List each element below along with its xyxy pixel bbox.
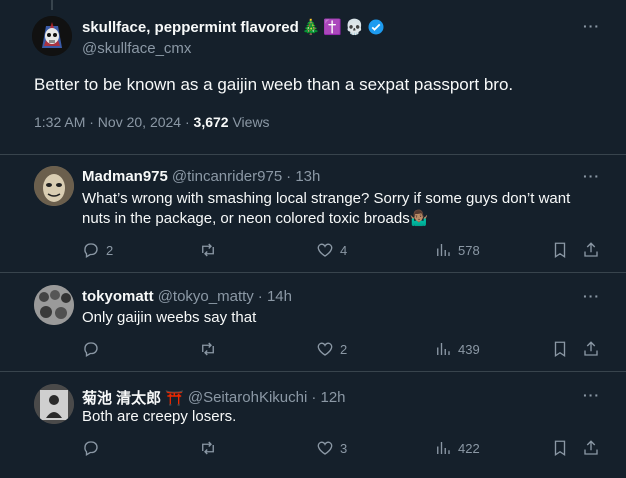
reply-tweet: 菊池 清太郎 ⛩️ @SeitarohKikuchi · 12h ··· Bot… — [0, 372, 626, 478]
view-count: 422 — [458, 440, 480, 456]
bookmark-button[interactable] — [551, 241, 569, 259]
heart-icon — [316, 439, 334, 457]
reply-button[interactable]: 2 — [82, 241, 113, 259]
more-options-icon[interactable]: ··· — [583, 18, 600, 34]
handle[interactable]: @tokyo_matty — [158, 288, 254, 305]
handle[interactable]: @skullface_cmx — [82, 40, 191, 57]
action-bar: 3 422 — [82, 439, 602, 459]
reply-text: What’s wrong with smashing local strange… — [82, 190, 571, 227]
handle[interactable]: @tincanrider975 — [172, 168, 282, 185]
bookmark-button[interactable] — [551, 439, 569, 457]
reply-icon — [82, 340, 100, 358]
share-icon — [582, 340, 600, 358]
views-count: 3,672 — [193, 114, 229, 130]
reply-header: Madman975 @tincanrider975 · 13h — [82, 168, 320, 185]
like-button[interactable]: 2 — [316, 340, 347, 358]
view-count: 439 — [458, 341, 480, 357]
more-options-icon[interactable]: ··· — [583, 288, 600, 304]
bookmark-icon — [551, 340, 569, 358]
share-icon — [582, 241, 600, 259]
more-options-icon[interactable]: ··· — [583, 168, 600, 184]
timestamp[interactable]: · 12h — [311, 389, 345, 406]
reply-icon — [82, 241, 100, 259]
timestamp[interactable]: · 14h — [258, 288, 292, 305]
avatar[interactable] — [32, 16, 72, 56]
avatar[interactable] — [34, 285, 74, 325]
share-button[interactable] — [582, 340, 600, 358]
like-count: 2 — [340, 341, 348, 357]
verified-icon — [367, 18, 385, 36]
reply-tweet: Madman975 @tincanrider975 · 13h ··· What… — [0, 155, 626, 273]
views-button[interactable]: 439 — [434, 340, 480, 358]
cross-emoji: ✝️ — [323, 19, 343, 36]
reply-header: tokyomatt @tokyo_matty · 14h — [82, 288, 292, 305]
bookmark-button[interactable] — [551, 340, 569, 358]
timestamp[interactable]: 1:32 AM · Nov 20, 2024 · — [34, 114, 194, 130]
avatar[interactable] — [34, 166, 74, 206]
like-button[interactable]: 3 — [316, 439, 347, 457]
like-count: 4 — [340, 242, 348, 258]
display-name[interactable]: skullface, peppermint flavored — [82, 19, 299, 36]
display-name[interactable]: tokyomatt — [82, 288, 154, 305]
repost-button[interactable] — [199, 439, 223, 457]
reply-icon — [82, 439, 100, 457]
reply-button[interactable] — [82, 340, 106, 358]
heart-icon — [316, 340, 334, 358]
reply-header: 菊池 清太郎 ⛩️ @SeitarohKikuchi · 12h — [82, 387, 346, 408]
bar-chart-icon — [434, 439, 452, 457]
bookmark-icon — [551, 439, 569, 457]
reply-text: Only gaijin weebs say that — [82, 309, 257, 326]
bar-chart-icon — [434, 241, 452, 259]
reply-count: 2 — [106, 242, 114, 258]
share-button[interactable] — [582, 439, 600, 457]
reply-button[interactable] — [82, 439, 106, 457]
views-button[interactable]: 578 — [434, 241, 480, 259]
display-name[interactable]: Madman975 — [82, 168, 168, 185]
reply-text: Both are creepy losers. — [82, 408, 237, 425]
torii-emoji: ⛩️ — [165, 389, 184, 407]
share-button[interactable] — [582, 241, 600, 259]
share-icon — [582, 439, 600, 457]
timestamp[interactable]: · 13h — [286, 168, 320, 185]
display-name[interactable]: 菊池 清太郎 — [82, 387, 161, 408]
like-button[interactable]: 4 — [316, 241, 347, 259]
action-bar: 2 4 578 — [82, 241, 602, 261]
views-label: Views — [228, 114, 270, 130]
tweet-meta: 1:32 AM · Nov 20, 2024 · 3,672 Views — [34, 114, 270, 130]
like-count: 3 — [340, 440, 348, 456]
main-tweet: skullface, peppermint flavored 🎄 ✝️ 💀 @s… — [0, 0, 626, 155]
reply-tweet: tokyomatt @tokyo_matty · 14h ··· Only ga… — [0, 273, 626, 372]
skull-emoji: 💀 — [345, 19, 364, 36]
display-name-line[interactable]: skullface, peppermint flavored 🎄 ✝️ 💀 — [82, 18, 385, 36]
handle[interactable]: @SeitarohKikuchi — [188, 389, 307, 406]
view-count: 578 — [458, 242, 480, 258]
repost-button[interactable] — [199, 340, 223, 358]
repost-icon — [199, 439, 217, 457]
tree-emoji: 🎄 — [301, 19, 321, 36]
tweet-text: Better to be known as a gaijin weeb than… — [34, 75, 514, 94]
avatar[interactable] — [34, 384, 74, 424]
bar-chart-icon — [434, 340, 452, 358]
bookmark-icon — [551, 241, 569, 259]
heart-icon — [316, 241, 334, 259]
repost-button[interactable] — [199, 241, 223, 259]
repost-icon — [199, 340, 217, 358]
more-options-icon[interactable]: ··· — [583, 387, 600, 403]
views-button[interactable]: 422 — [434, 439, 480, 457]
repost-icon — [199, 241, 217, 259]
action-bar: 2 439 — [82, 340, 602, 360]
